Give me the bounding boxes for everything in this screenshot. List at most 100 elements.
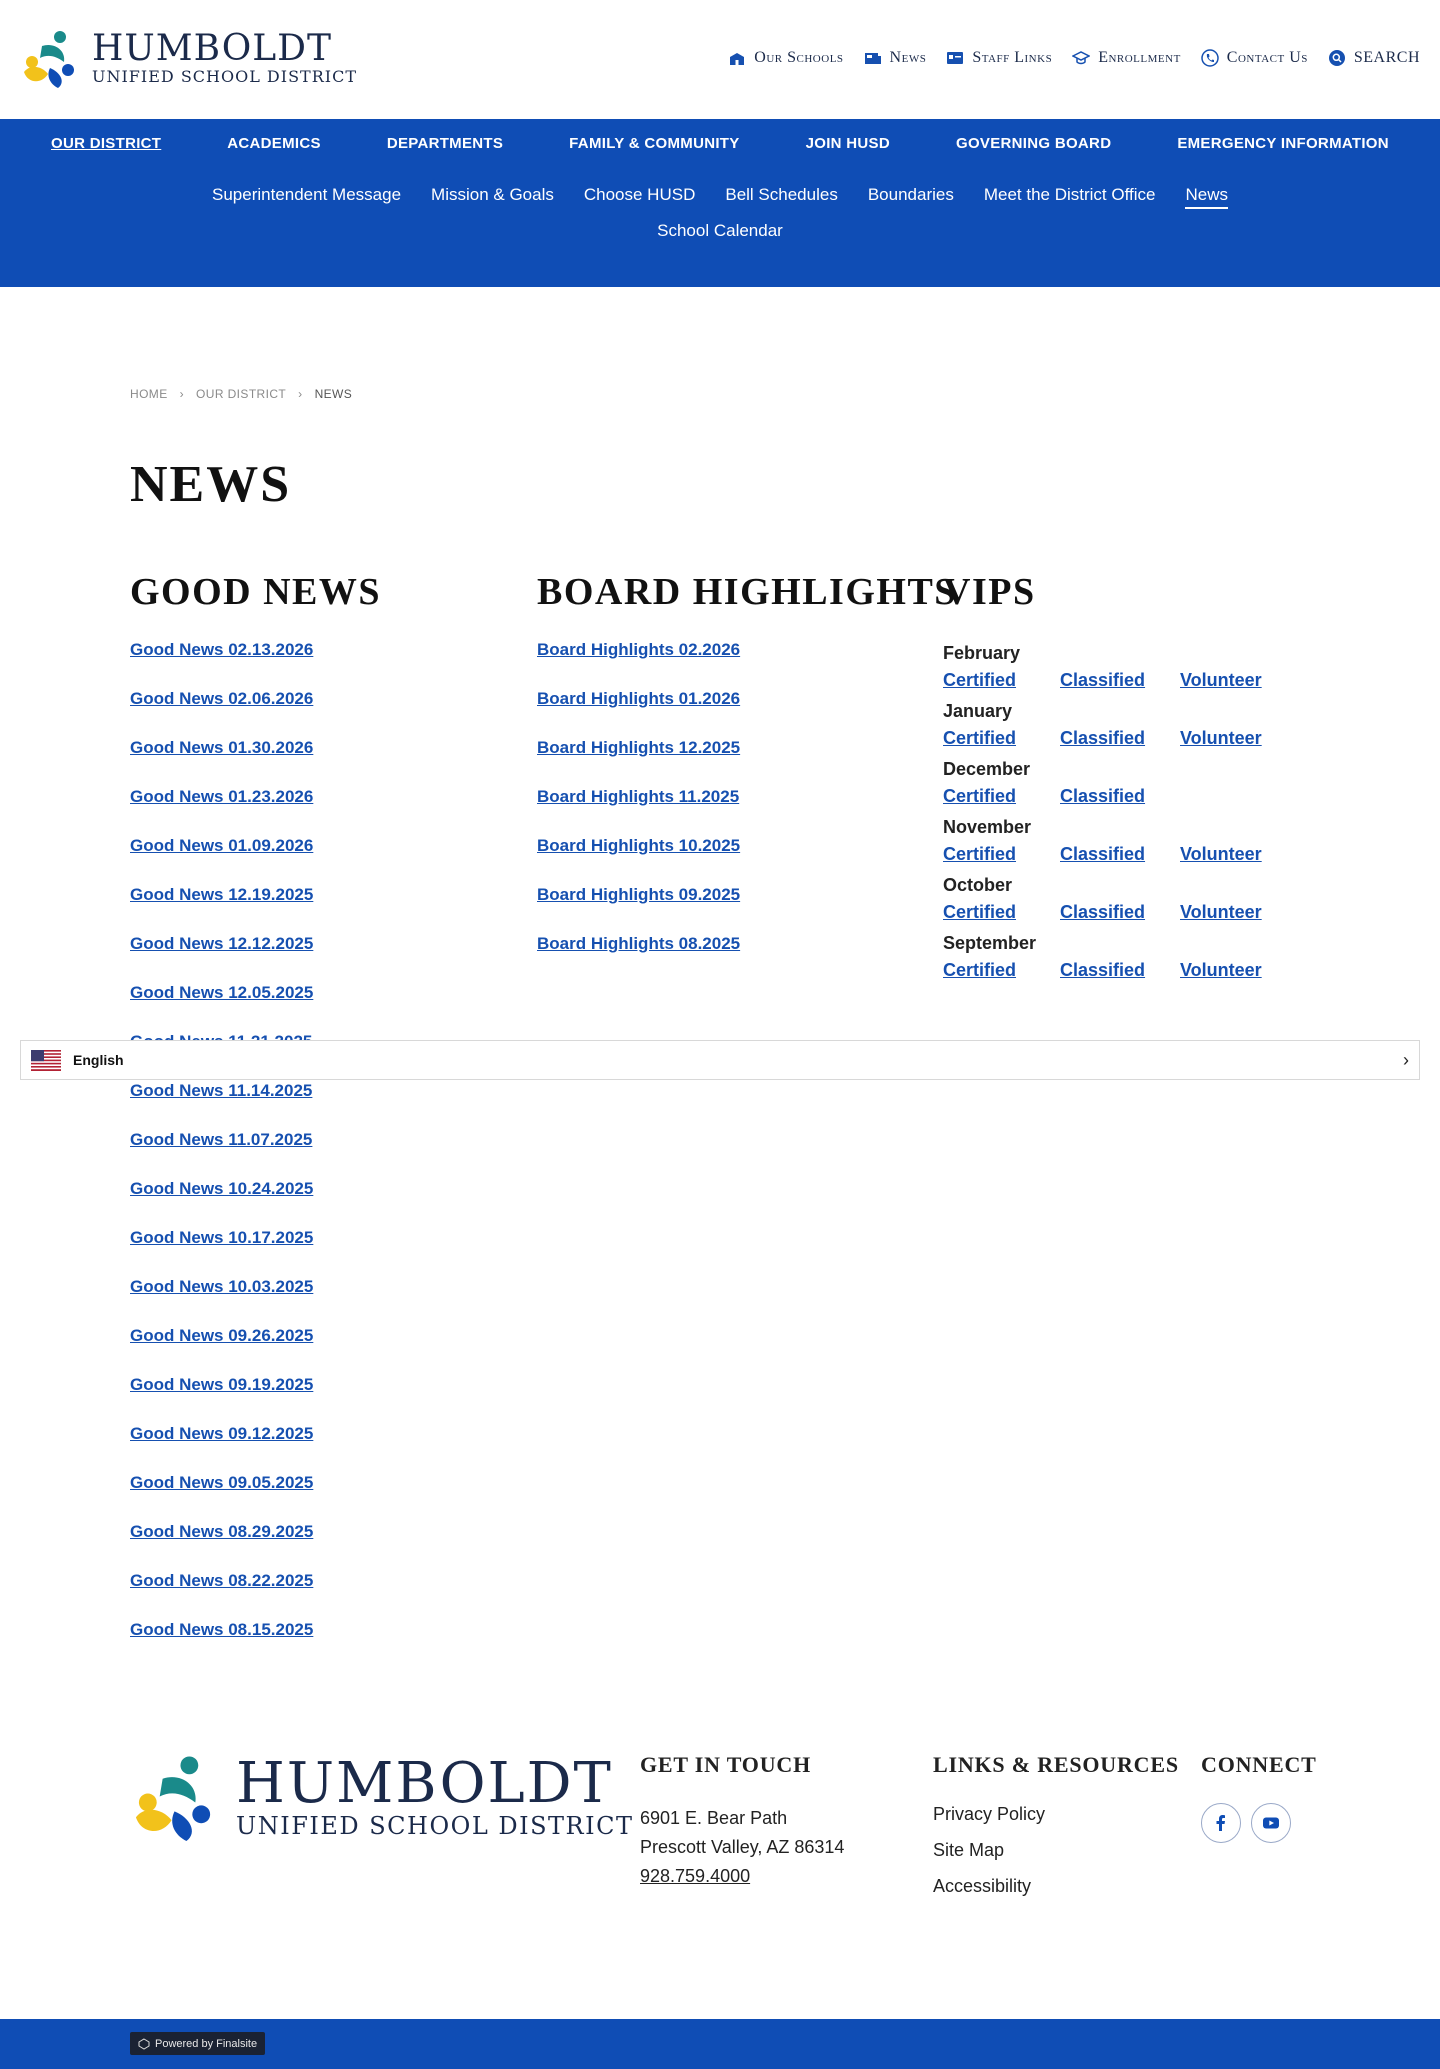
subnav-boundaries[interactable]: Boundaries bbox=[868, 185, 954, 209]
vip-certified-link[interactable]: Certified bbox=[943, 958, 1060, 988]
nav-item-emergency-information[interactable]: EMERGENCY INFORMATION bbox=[1177, 135, 1389, 152]
good-news-link[interactable]: Good News 02.13.2026 bbox=[130, 640, 313, 659]
nav-item-academics[interactable]: ACADEMICS bbox=[227, 135, 321, 152]
footer-logo-subtitle: UNIFIED SCHOOL DISTRICT bbox=[236, 1812, 634, 1840]
vip-links-row: Certified Classified Volunteer bbox=[943, 958, 1373, 988]
vip-classified-link[interactable]: Classified bbox=[1060, 726, 1180, 756]
vip-classified-link[interactable]: Classified bbox=[1060, 900, 1180, 930]
utility-link-contact-us[interactable]: Contact Us bbox=[1201, 49, 1308, 67]
vip-volunteer-link[interactable]: Volunteer bbox=[1180, 726, 1262, 756]
good-news-link[interactable]: Good News 11.14.2025 bbox=[130, 1081, 312, 1100]
chevron-right-icon[interactable]: › bbox=[1403, 1050, 1409, 1071]
vip-volunteer-link[interactable]: Volunteer bbox=[1180, 958, 1262, 988]
list-item: Good News 09.19.2025 bbox=[130, 1375, 313, 1424]
good-news-link[interactable]: Good News 08.15.2025 bbox=[130, 1620, 313, 1639]
address-line-2: Prescott Valley, AZ 86314 bbox=[640, 1837, 845, 1857]
good-news-link[interactable]: Good News 11.07.2025 bbox=[130, 1130, 312, 1149]
good-news-heading: GOOD NEWS bbox=[130, 571, 382, 613]
list-item: Board Highlights 12.2025 bbox=[537, 738, 740, 787]
vip-classified-link[interactable]: Classified bbox=[1060, 842, 1180, 872]
board-highlights-link[interactable]: Board Highlights 10.2025 bbox=[537, 836, 740, 855]
good-news-link[interactable]: Good News 10.24.2025 bbox=[130, 1179, 313, 1198]
footer-logo-link[interactable]: HUMBOLDT UNIFIED SCHOOL DISTRICT bbox=[130, 1752, 633, 1844]
vip-certified-link[interactable]: Certified bbox=[943, 726, 1060, 756]
vip-classified-link[interactable]: Classified bbox=[1060, 784, 1180, 814]
breadcrumb-separator-icon: › bbox=[179, 387, 185, 401]
board-highlights-link[interactable]: Board Highlights 11.2025 bbox=[537, 787, 739, 806]
nav-item-governing-board[interactable]: GOVERNING BOARD bbox=[956, 135, 1111, 152]
good-news-link[interactable]: Good News 02.06.2026 bbox=[130, 689, 313, 708]
good-news-link[interactable]: Good News 10.17.2025 bbox=[130, 1228, 313, 1247]
vip-certified-link[interactable]: Certified bbox=[943, 784, 1060, 814]
vip-classified-link[interactable]: Classified bbox=[1060, 668, 1180, 698]
school-icon bbox=[730, 53, 745, 65]
good-news-link[interactable]: Good News 08.29.2025 bbox=[130, 1522, 313, 1541]
subnav-meet-district-office[interactable]: Meet the District Office bbox=[984, 185, 1156, 209]
powered-by-badge[interactable]: Powered by Finalsite bbox=[130, 2032, 266, 2055]
good-news-link[interactable]: Good News 12.05.2025 bbox=[130, 983, 313, 1002]
accessibility-link[interactable]: Accessibility bbox=[933, 1876, 1031, 1896]
vip-month-label: November bbox=[943, 817, 1032, 837]
good-news-link[interactable]: Good News 09.05.2025 bbox=[130, 1473, 313, 1492]
good-news-link[interactable]: Good News 12.19.2025 bbox=[130, 885, 313, 904]
good-news-link[interactable]: Good News 09.12.2025 bbox=[130, 1424, 313, 1443]
vip-certified-link[interactable]: Certified bbox=[943, 668, 1060, 698]
nav-item-our-district[interactable]: OUR DISTRICT bbox=[51, 135, 161, 152]
vip-certified-link[interactable]: Certified bbox=[943, 900, 1060, 930]
good-news-link[interactable]: Good News 01.30.2026 bbox=[130, 738, 313, 757]
board-highlights-link[interactable]: Board Highlights 01.2026 bbox=[537, 689, 740, 708]
subnav-bell-schedules[interactable]: Bell Schedules bbox=[725, 185, 837, 209]
subnav-mission-goals[interactable]: Mission & Goals bbox=[431, 185, 554, 209]
utility-link-staff-links[interactable]: Staff Links bbox=[946, 49, 1052, 67]
utility-link-enrollment[interactable]: Enrollment bbox=[1072, 49, 1181, 67]
utility-label: Contact Us bbox=[1226, 49, 1308, 66]
board-highlights-link[interactable]: Board Highlights 09.2025 bbox=[537, 885, 740, 904]
vip-volunteer-link[interactable]: Volunteer bbox=[1180, 668, 1262, 698]
good-news-link[interactable]: Good News 09.26.2025 bbox=[130, 1326, 313, 1345]
list-item: Good News 09.05.2025 bbox=[130, 1473, 313, 1522]
vip-links-row: Certified Classified Volunteer bbox=[943, 668, 1373, 698]
finalsite-logo-icon bbox=[138, 2037, 150, 2050]
utility-label: News bbox=[889, 49, 927, 66]
good-news-link[interactable]: Good News 09.19.2025 bbox=[130, 1375, 313, 1394]
secondary-nav-row-2: School Calendar bbox=[0, 221, 1440, 241]
nav-item-departments[interactable]: DEPARTMENTS bbox=[387, 135, 503, 152]
board-highlights-link[interactable]: Board Highlights 02.2026 bbox=[537, 640, 740, 659]
utility-link-our-schools[interactable]: Our Schools bbox=[728, 49, 843, 67]
language-selector[interactable]: English › bbox=[20, 1040, 1420, 1080]
utility-label: Enrollment bbox=[1098, 49, 1181, 66]
list-item: Board Highlights 10.2025 bbox=[537, 836, 740, 885]
privacy-policy-link[interactable]: Privacy Policy bbox=[933, 1804, 1045, 1824]
list-item: Good News 12.19.2025 bbox=[130, 885, 313, 934]
facebook-link[interactable] bbox=[1201, 1803, 1241, 1843]
breadcrumb-separator-icon: › bbox=[298, 387, 303, 401]
youtube-link[interactable] bbox=[1251, 1803, 1291, 1843]
list-item: Privacy Policy bbox=[933, 1804, 1045, 1840]
connect-heading: CONNECT bbox=[1201, 1752, 1317, 1777]
district-logo-link[interactable]: HUMBOLDT UNIFIED SCHOOL DISTRICT bbox=[20, 28, 357, 90]
vip-certified-link[interactable]: Certified bbox=[943, 842, 1060, 872]
board-highlights-link[interactable]: Board Highlights 12.2025 bbox=[537, 738, 740, 757]
subnav-school-calendar[interactable]: School Calendar bbox=[657, 221, 783, 240]
good-news-link[interactable]: Good News 01.23.2026 bbox=[130, 787, 313, 806]
utility-link-news[interactable]: News bbox=[864, 49, 927, 67]
vip-classified-link[interactable]: Classified bbox=[1060, 958, 1180, 988]
breadcrumb-our-district[interactable]: OUR DISTRICT bbox=[196, 387, 286, 401]
subnav-news[interactable]: News bbox=[1185, 185, 1228, 209]
nav-item-join-husd[interactable]: JOIN HUSD bbox=[806, 135, 890, 152]
good-news-link[interactable]: Good News 08.22.2025 bbox=[130, 1571, 313, 1590]
breadcrumb-home[interactable]: HOME bbox=[130, 387, 168, 401]
vip-volunteer-link[interactable]: Volunteer bbox=[1180, 842, 1262, 872]
good-news-link[interactable]: Good News 01.09.2026 bbox=[130, 836, 313, 855]
nav-item-family-community[interactable]: FAMILY & COMMUNITY bbox=[569, 135, 739, 152]
vip-volunteer-link[interactable]: Volunteer bbox=[1180, 900, 1262, 930]
good-news-link[interactable]: Good News 10.03.2025 bbox=[130, 1277, 313, 1296]
phone-link[interactable]: 928.759.4000 bbox=[640, 1866, 750, 1886]
board-highlights-link[interactable]: Board Highlights 08.2025 bbox=[537, 934, 740, 953]
site-map-link[interactable]: Site Map bbox=[933, 1840, 1004, 1860]
subnav-superintendent-message[interactable]: Superintendent Message bbox=[212, 185, 401, 209]
subnav-choose-husd[interactable]: Choose HUSD bbox=[584, 185, 696, 209]
list-item: Good News 12.12.2025 bbox=[130, 934, 313, 983]
utility-link-search[interactable]: SEARCH bbox=[1328, 49, 1420, 67]
good-news-link[interactable]: Good News 12.12.2025 bbox=[130, 934, 313, 953]
